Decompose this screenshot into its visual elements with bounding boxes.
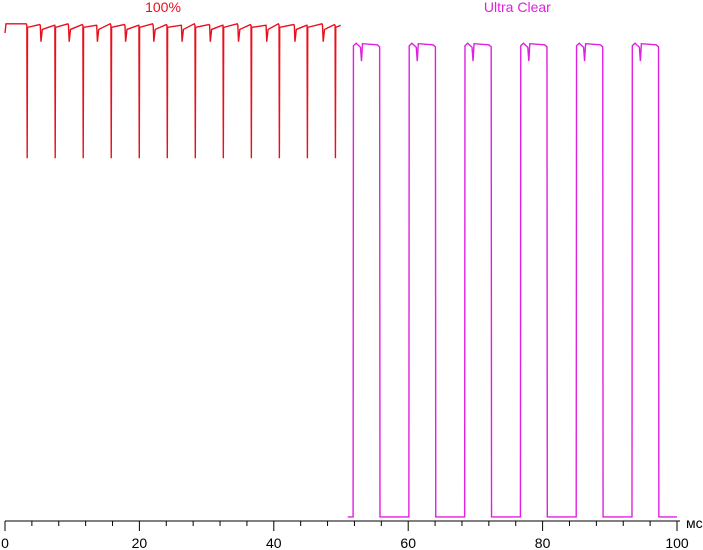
x-axis-unit-label: мс: [686, 515, 703, 531]
x-tick-label: 100: [665, 535, 689, 550]
x-tick-label: 40: [266, 535, 282, 550]
x-tick-label: 20: [132, 535, 148, 550]
x-tick-label: 60: [400, 535, 416, 550]
plot-area: [4, 22, 677, 518]
pwm-chart: 0 20 40 60 80 100 мс 100% Ultra Clear: [1, 0, 703, 550]
series-line-100-percent: [4, 22, 341, 159]
series-label-100-percent: 100%: [145, 0, 181, 15]
x-tick-label: 0: [1, 535, 9, 550]
x-tick-label: 80: [535, 535, 551, 550]
series-line-ultra-clear: [347, 42, 677, 518]
series-label-ultra-clear: Ultra Clear: [484, 0, 551, 15]
x-axis-ticks: 0 20 40 60 80 100: [1, 521, 689, 550]
